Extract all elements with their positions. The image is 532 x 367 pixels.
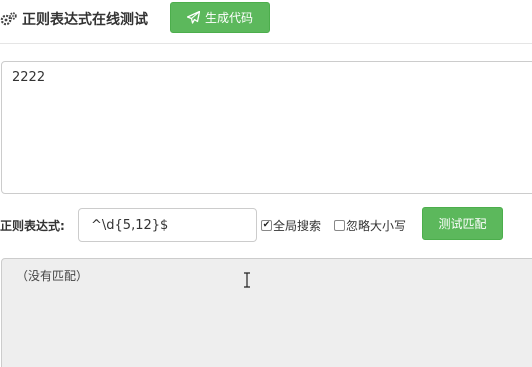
test-text-input[interactable]: 2222 bbox=[1, 61, 532, 194]
global-search-checkbox[interactable]: ✔ bbox=[261, 220, 272, 231]
page-title: 正则表达式在线测试 bbox=[22, 12, 148, 28]
gears-icon bbox=[0, 11, 18, 27]
title-area: 正则表达式在线测试 bbox=[0, 6, 148, 32]
regex-pattern-input[interactable] bbox=[78, 208, 257, 242]
match-result-text: （没有匹配） bbox=[16, 269, 89, 283]
global-search-label: 全局搜索 bbox=[273, 219, 322, 233]
paper-plane-icon bbox=[186, 10, 201, 24]
match-result-panel: （没有匹配） bbox=[1, 258, 532, 367]
text-cursor-icon bbox=[243, 272, 251, 288]
header: 正则表达式在线测试 生成代码 bbox=[0, 0, 532, 44]
test-match-button[interactable]: 测试匹配 bbox=[422, 207, 503, 240]
ignore-case-checkbox[interactable] bbox=[334, 220, 345, 231]
ignore-case-option[interactable]: 忽略大小写 bbox=[334, 217, 406, 234]
generate-code-button[interactable]: 生成代码 bbox=[170, 2, 270, 33]
generate-code-label: 生成代码 bbox=[204, 11, 253, 25]
regex-label: 正则表达式: bbox=[0, 219, 65, 233]
ignore-case-label: 忽略大小写 bbox=[346, 219, 407, 233]
regex-tester-page: 正则表达式在线测试 生成代码 2222 正则表达式: ✔ 全局搜索 忽略大小写 … bbox=[0, 0, 532, 367]
global-search-option[interactable]: ✔ 全局搜索 bbox=[261, 217, 321, 234]
